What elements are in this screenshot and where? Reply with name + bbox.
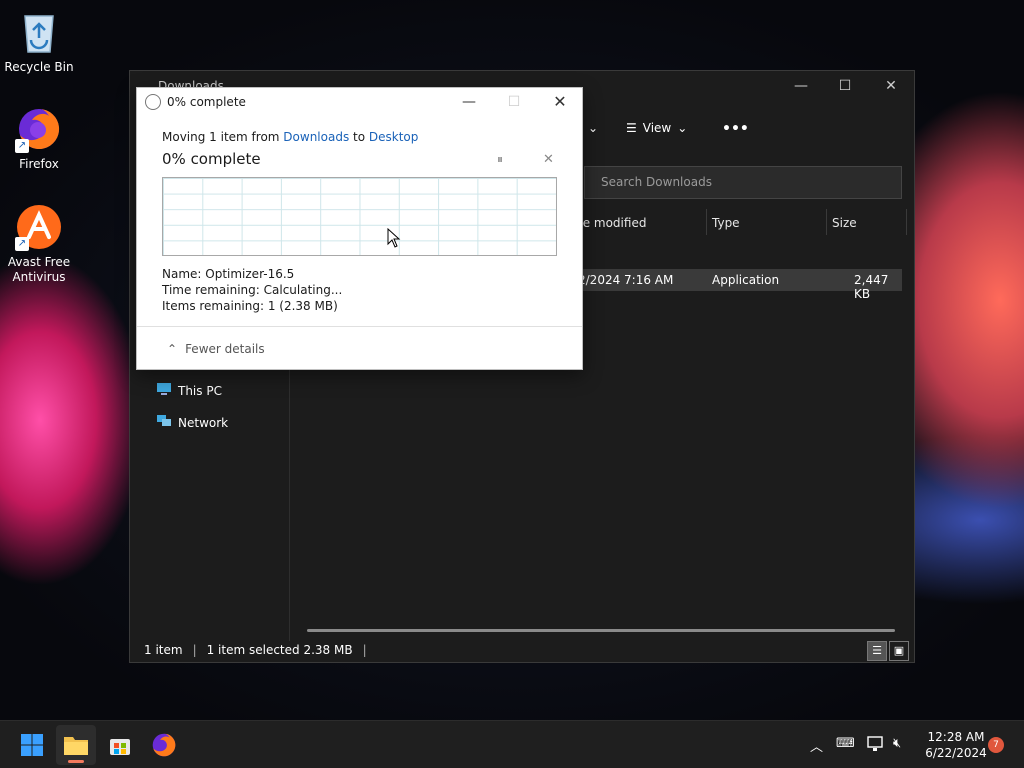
- status-divider: |: [192, 643, 197, 657]
- column-separator[interactable]: [826, 209, 827, 235]
- this-pc-icon: [156, 382, 172, 399]
- view-button[interactable]: ☰ View ⌄: [626, 121, 687, 135]
- file-operation-dialog[interactable]: 0% complete — ☐ ✕ Moving 1 item from Dow…: [136, 87, 583, 370]
- cancel-button[interactable]: ✕: [543, 152, 554, 167]
- transfer-speed-graph: [162, 177, 557, 256]
- status-item-count: 1 item: [144, 643, 183, 657]
- taskbar-microsoft-store[interactable]: [100, 725, 140, 765]
- shortcut-arrow-icon: ↗: [15, 237, 29, 251]
- start-button[interactable]: [12, 725, 52, 765]
- status-divider: |: [362, 643, 367, 657]
- search-placeholder: Search Downloads: [601, 175, 712, 189]
- file-row-selected[interactable]: 2/2024 7:16 AM Application 2,447 KB: [578, 269, 902, 301]
- shortcut-arrow-icon: ↗: [15, 139, 29, 153]
- keyboard-icon[interactable]: ⌨: [836, 736, 855, 751]
- fewer-details-label: Fewer details: [185, 342, 265, 356]
- view-lines-icon: ☰: [626, 121, 637, 135]
- avast-icon: ↗: [15, 203, 63, 251]
- detail-name: Name: Optimizer-16.5: [162, 267, 295, 281]
- desktop-icon-label: Firefox: [19, 157, 59, 171]
- recycle-bin-icon: [15, 8, 63, 56]
- desktop-icon-firefox[interactable]: ↗ Firefox: [1, 105, 77, 172]
- firefox-icon: ↗: [15, 105, 63, 153]
- network-icon: [156, 414, 172, 431]
- taskbar-file-explorer[interactable]: [56, 725, 96, 765]
- windows-logo-icon: [21, 734, 43, 756]
- desktop-icon-label: Recycle Bin: [4, 60, 74, 74]
- dialog-title: 0% complete: [167, 95, 246, 109]
- column-header-size[interactable]: Size: [832, 216, 857, 230]
- store-icon: [110, 739, 130, 755]
- search-input[interactable]: Search Downloads: [584, 166, 902, 199]
- clock-time: 12:28 AM: [927, 730, 985, 744]
- desktop-icon-label-line2: Antivirus: [12, 270, 66, 284]
- chevron-down-icon: ⌄: [677, 121, 688, 135]
- destination-folder-link[interactable]: Desktop: [369, 130, 419, 144]
- maximize-button: ☐: [507, 94, 521, 110]
- mouse-cursor-icon: [387, 228, 401, 248]
- detail-items-remaining: Items remaining: 1 (2.38 MB): [162, 299, 338, 313]
- nav-item-network[interactable]: Network: [156, 414, 228, 431]
- detail-time-remaining: Time remaining: Calculating...: [162, 283, 343, 297]
- more-options-button[interactable]: •••: [722, 121, 749, 137]
- nav-item-label: This PC: [178, 383, 222, 398]
- clock[interactable]: 12:28 AM 6/22/2024: [920, 729, 992, 761]
- column-separator[interactable]: [706, 209, 707, 235]
- column-header-date-modified[interactable]: te modified: [578, 216, 646, 230]
- desktop-icon-label-line1: Avast Free: [7, 255, 71, 269]
- clock-icon: [145, 94, 161, 110]
- status-selected: 1 item selected 2.38 MB: [206, 643, 353, 657]
- nav-item-label: Network: [178, 415, 229, 430]
- maximize-button[interactable]: ☐: [830, 77, 860, 95]
- view-button-label: View: [642, 121, 672, 135]
- source-folder-link[interactable]: Downloads: [283, 130, 349, 144]
- moving-prefix: Moving 1 item from: [162, 130, 284, 144]
- close-button[interactable]: ✕: [876, 77, 906, 95]
- folder-icon: [64, 737, 88, 755]
- moving-description: Moving 1 item from Downloads to Desktop: [162, 130, 418, 144]
- minimize-button[interactable]: —: [786, 77, 816, 95]
- pause-button[interactable]: ⏸: [497, 152, 503, 167]
- show-hidden-icons-chevron[interactable]: ︿: [810, 736, 823, 755]
- chevron-up-icon: ⌃: [167, 342, 178, 356]
- firefox-icon: [152, 733, 176, 757]
- details-view-button[interactable]: ☰: [867, 641, 887, 661]
- desktop-icon-recycle-bin[interactable]: Recycle Bin: [1, 8, 77, 75]
- notification-badge[interactable]: 7: [988, 737, 1004, 753]
- column-header-type[interactable]: Type: [712, 216, 740, 230]
- active-indicator: [68, 760, 84, 763]
- network-display-icon[interactable]: [867, 736, 885, 756]
- status-bar: 1 item | 1 item selected 2.38 MB |: [144, 643, 367, 657]
- file-type: Application: [712, 273, 780, 287]
- file-date-modified: 2/2024 7:16 AM: [578, 273, 674, 287]
- fewer-details-toggle[interactable]: ⌃ Fewer details: [167, 342, 265, 356]
- moving-mid: to: [349, 130, 369, 144]
- taskbar-firefox[interactable]: [144, 725, 184, 765]
- horizontal-scrollbar[interactable]: [307, 629, 895, 632]
- large-icons-view-button[interactable]: ▣: [889, 641, 909, 661]
- taskbar: ︿ ⌨ 🔇︎ 12:28 AM 6/22/2024 7: [0, 720, 1024, 768]
- progress-percent-text: 0% complete: [162, 150, 261, 168]
- minimize-button[interactable]: —: [455, 92, 483, 112]
- column-separator[interactable]: [906, 209, 907, 235]
- clock-date: 6/22/2024: [925, 746, 987, 760]
- nav-item-this-pc[interactable]: This PC: [156, 382, 222, 399]
- dialog-separator: [137, 326, 582, 327]
- sort-dropdown-chevron[interactable]: ⌄: [588, 121, 598, 135]
- volume-muted-icon[interactable]: 🔇︎: [893, 736, 901, 751]
- desktop-icon-avast[interactable]: ↗ Avast Free Antivirus: [1, 203, 77, 285]
- file-size: 2,447 KB: [854, 273, 889, 301]
- close-button[interactable]: ✕: [546, 92, 574, 112]
